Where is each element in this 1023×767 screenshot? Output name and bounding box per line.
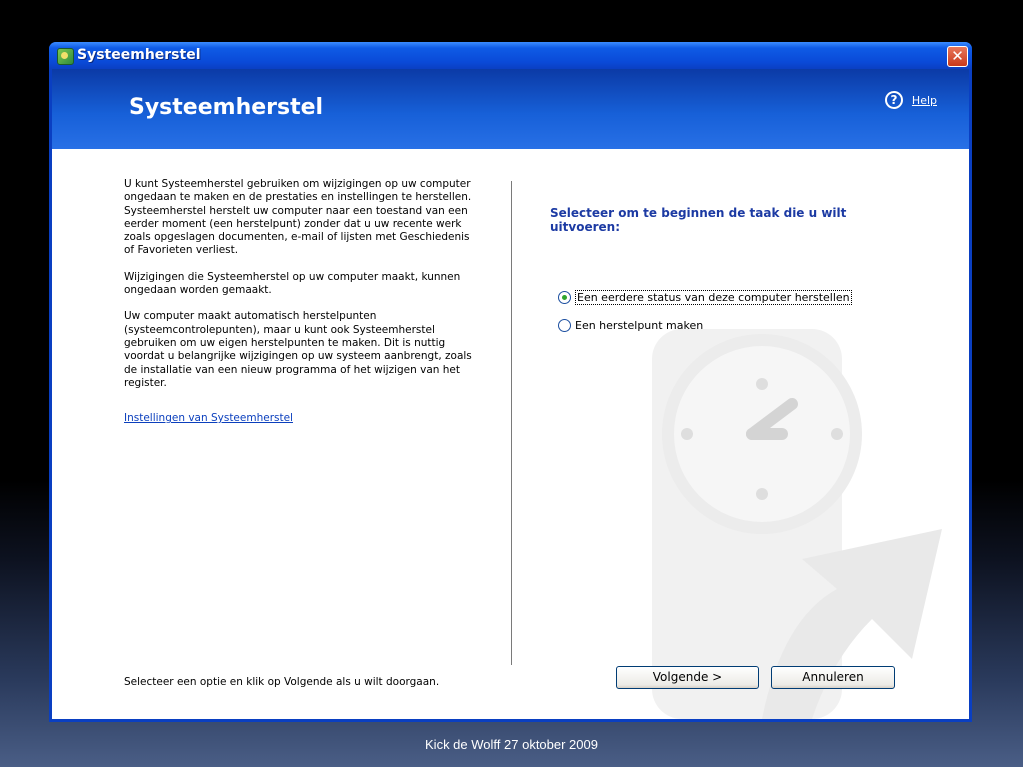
restore-points-paragraph: Uw computer maakt automatisch herstelpun…	[124, 310, 472, 389]
restore-settings-link[interactable]: Instellingen van Systeemherstel	[124, 412, 293, 424]
dialog-body: Systeemherstel ? Help U kunt Systeemhers…	[52, 69, 969, 719]
page-title: Systeemherstel	[129, 95, 324, 120]
description-panel: U kunt Systeemherstel gebruiken om wijzi…	[124, 178, 480, 438]
undo-paragraph: Wijzigingen die Systeemherstel op uw com…	[124, 270, 461, 297]
header-banner: Systeemherstel ? Help	[52, 69, 969, 149]
close-button[interactable]: ✕	[947, 46, 968, 67]
clock-watermark-icon	[652, 329, 942, 719]
title-bar[interactable]: Systeemherstel ✕	[49, 42, 972, 69]
next-button[interactable]: Volgende >	[616, 666, 759, 689]
help-link[interactable]: Help	[912, 94, 937, 107]
create-point-radio[interactable]	[558, 319, 571, 332]
footer-instruction: Selecteer een optie en klik op Volgende …	[124, 676, 440, 688]
window-title: Systeemherstel	[77, 47, 201, 63]
system-restore-icon	[57, 48, 74, 65]
restore-radio[interactable]	[558, 291, 571, 304]
option-create-row[interactable]: Een herstelpunt maken	[558, 319, 703, 332]
option-restore-row[interactable]: Een eerdere status van deze computer her…	[558, 290, 852, 305]
help-icon[interactable]: ?	[884, 91, 903, 109]
help-area: ? Help	[884, 91, 937, 109]
vertical-divider	[511, 181, 512, 665]
intro-paragraph: U kunt Systeemherstel gebruiken om wijzi…	[124, 178, 472, 257]
restore-option-label[interactable]: Een eerdere status van deze computer her…	[575, 290, 852, 305]
task-heading: Selecteer om te beginnen de taak die u w…	[550, 206, 847, 234]
system-restore-window: Systeemherstel ✕ Systeemherstel ? Help U…	[49, 42, 972, 722]
create-point-option-label[interactable]: Een herstelpunt maken	[575, 319, 703, 332]
cancel-button[interactable]: Annuleren	[771, 666, 895, 689]
slide-caption: Kick de Wolff 27 oktober 2009	[425, 737, 598, 752]
